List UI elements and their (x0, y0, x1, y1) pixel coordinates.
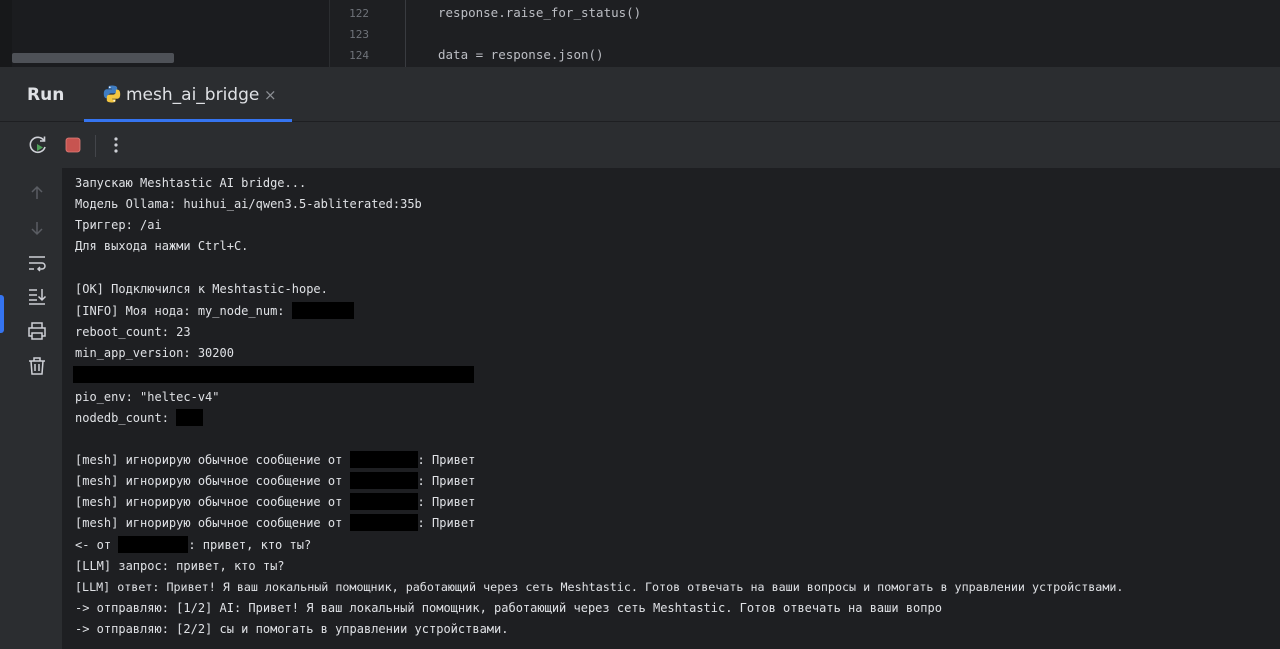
redacted-block (349, 514, 418, 531)
scroll-down-icon (31, 222, 43, 236)
indent-guide (405, 0, 406, 67)
soft-wrap-button[interactable] (26, 252, 48, 274)
print-button[interactable] (26, 320, 48, 342)
editor-left-pane (0, 0, 330, 67)
scroll-up-button[interactable] (26, 182, 48, 204)
redacted-block (349, 472, 418, 489)
redacted-block (349, 451, 418, 468)
clear-button[interactable] (26, 355, 48, 377)
console-line: [mesh] игнорирую обычное сообщение от : … (75, 451, 476, 468)
console-line: min_app_version: 30200 (75, 346, 234, 360)
console-line: reboot_count: 23 (75, 325, 191, 339)
run-toolbar (0, 122, 1280, 168)
line-number: 122 (349, 7, 369, 20)
line-number-gutter: 122 123 124 (331, 0, 399, 67)
console-line: Модель Ollama: huihui_ai/qwen3.5-abliter… (75, 197, 422, 211)
run-tool-window-header: Run mesh_ai_bridge × (0, 67, 1280, 122)
console-line: -> отправляю: [2/2] сы и помогать в упра… (75, 622, 509, 636)
run-panel-title: Run (27, 85, 65, 105)
editor-left-gutter (0, 0, 12, 67)
redacted-block (176, 409, 204, 426)
console-output[interactable]: Запускаю Meshtastic AI bridge... Модель … (62, 168, 1280, 649)
console-side-toolbar (0, 168, 62, 649)
console-line: Запускаю Meshtastic AI bridge... (75, 176, 307, 190)
console-line: [OK] Подключился к Meshtastic-hope. (75, 282, 328, 296)
active-toggle-indicator (0, 295, 4, 333)
console-line: [INFO] Моя нода: my_node_num: (75, 301, 354, 322)
tab-mesh-ai-bridge[interactable]: mesh_ai_bridge × (84, 67, 292, 122)
print-icon (28, 322, 46, 340)
toolbar-separator (95, 135, 96, 157)
console-line: [LLM] ответ: Привет! Я ваш локальный пом… (75, 580, 1124, 594)
console-line: -> отправляю: [1/2] AI: Привет! Я ваш ло… (75, 601, 942, 615)
console-line: [mesh] игнорирую обычное сообщение от : … (75, 514, 476, 531)
console-line: <- от : привет, кто ты? (75, 536, 312, 553)
console-line (73, 365, 474, 386)
rerun-icon (29, 136, 46, 154)
console-line: Триггер: /ai (75, 218, 162, 232)
close-icon[interactable]: × (264, 86, 277, 104)
more-options-icon (114, 137, 118, 153)
scroll-down-button[interactable] (26, 217, 48, 239)
code-line[interactable]: data = response.json() (438, 47, 604, 62)
redacted-block (349, 493, 418, 510)
rerun-button[interactable] (26, 133, 50, 157)
scroll-to-end-icon (29, 289, 47, 305)
soft-wrap-icon (29, 256, 46, 272)
code-editor[interactable]: 122 123 124 response.raise_for_status() … (0, 0, 1280, 67)
redacted-block (118, 536, 189, 553)
console-line: Для выхода нажми Ctrl+C. (75, 239, 249, 253)
clear-icon (29, 357, 45, 375)
console-line: [mesh] игнорирую обычное сообщение от : … (75, 493, 476, 510)
stop-button[interactable] (61, 133, 85, 157)
code-line[interactable]: response.raise_for_status() (438, 5, 641, 20)
scroll-to-end-button[interactable] (26, 285, 48, 307)
line-number: 123 (349, 28, 369, 41)
stop-icon (65, 137, 81, 153)
console-line: [LLM] запрос: привет, кто ты? (75, 559, 285, 573)
python-icon (103, 85, 121, 103)
console-line: pio_env: "heltec-v4" (75, 390, 220, 404)
tab-label: mesh_ai_bridge (126, 85, 260, 105)
redacted-block (73, 366, 474, 383)
console-line: nodedb_count: (75, 408, 204, 429)
more-options-button[interactable] (104, 133, 128, 157)
line-number: 124 (349, 49, 369, 62)
console-line: [mesh] игнорирую обычное сообщение от : … (75, 472, 476, 489)
horizontal-scrollbar[interactable] (12, 53, 174, 63)
redacted-block (291, 302, 354, 319)
scroll-up-icon (31, 185, 43, 199)
